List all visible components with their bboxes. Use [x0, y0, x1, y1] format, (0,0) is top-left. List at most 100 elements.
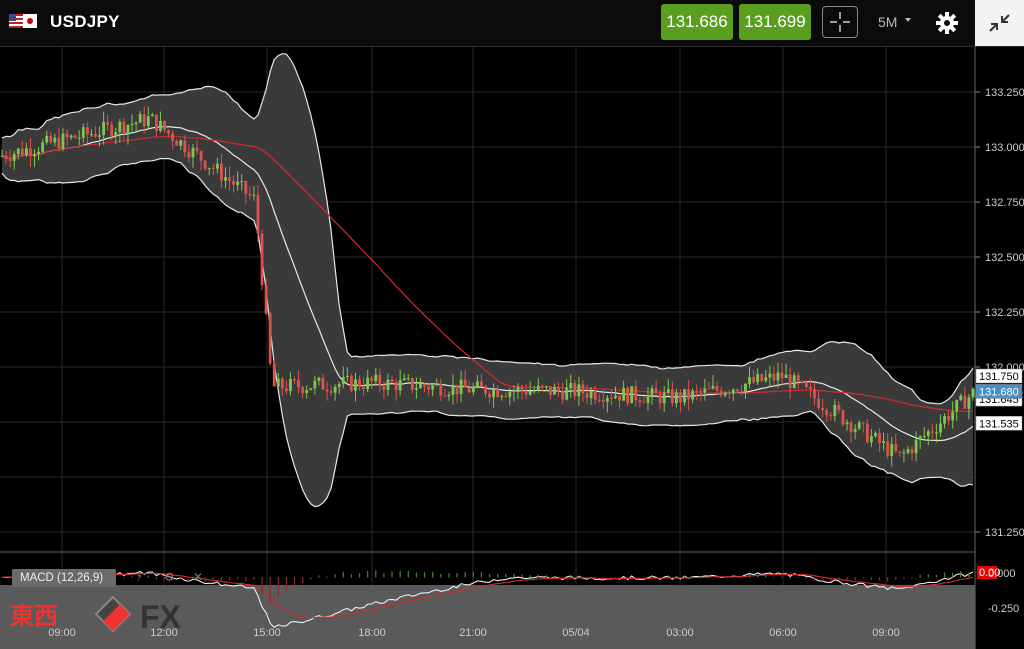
- macd-tick-label: -0.250: [988, 603, 1019, 615]
- buy-price-button[interactable]: 131.699: [739, 4, 811, 40]
- candle-body: [930, 431, 934, 433]
- candle-body: [792, 375, 796, 389]
- macd-bar: [261, 577, 263, 595]
- macd-bar: [692, 575, 694, 578]
- y-tick-label: 132.500: [985, 252, 1024, 264]
- interval-selector[interactable]: 5M: [878, 14, 897, 30]
- broker-watermark: 東西 FX: [10, 590, 210, 643]
- gear-icon[interactable]: ⚙: [164, 570, 175, 584]
- macd-bar: [862, 577, 864, 579]
- macd-bar: [180, 577, 182, 580]
- macd-bar: [740, 577, 743, 578]
- collapse-chart-button[interactable]: [975, 0, 1024, 46]
- candle-body: [16, 148, 20, 155]
- candle-body: [175, 140, 179, 146]
- macd-bar: [456, 573, 458, 578]
- candle-body: [398, 379, 402, 391]
- candle-body: [138, 114, 142, 123]
- candle-body: [370, 377, 374, 382]
- candle-body: [894, 444, 898, 452]
- macd-bar: [269, 577, 271, 603]
- candle-body: [857, 422, 861, 429]
- candle-body: [471, 386, 475, 393]
- candle-body: [25, 148, 28, 156]
- x-tick-label: 21:00: [459, 627, 487, 639]
- candle-body: [358, 379, 361, 388]
- candle-body: [695, 390, 699, 392]
- candle-body: [935, 432, 938, 434]
- candle-body: [939, 423, 942, 433]
- candle-body: [122, 121, 126, 134]
- macd-bar: [773, 576, 775, 578]
- macd-bar: [302, 577, 304, 584]
- candle-body: [106, 121, 110, 125]
- candle-body: [597, 399, 601, 401]
- macd-bar: [927, 574, 929, 578]
- candle-body: [512, 390, 516, 392]
- sell-price-button[interactable]: 131.686: [661, 4, 733, 40]
- candle-body: [394, 381, 398, 391]
- macd-bar: [935, 574, 938, 578]
- macd-bar: [293, 577, 296, 585]
- candle-body: [252, 194, 256, 196]
- candle-body: [947, 416, 950, 421]
- macd-bar: [237, 577, 239, 580]
- candle-body: [167, 129, 170, 134]
- candle-body: [419, 383, 422, 389]
- y-tick-label: 132.750: [985, 197, 1024, 209]
- macd-indicator-label[interactable]: MACD (12,26,9): [12, 569, 116, 587]
- macd-bar: [529, 575, 531, 578]
- candle-body: [415, 388, 418, 390]
- macd-bar: [919, 574, 921, 578]
- candle-body: [622, 387, 625, 401]
- candle-body: [943, 416, 946, 424]
- price-chart[interactable]: 133.250133.000132.750132.500132.250132.0…: [0, 46, 1024, 649]
- candle-body: [914, 439, 918, 454]
- candle-body: [926, 431, 930, 436]
- macd-bar: [765, 575, 767, 578]
- y-tick-label: 131.250: [985, 527, 1024, 539]
- candle-body: [585, 393, 589, 398]
- candle-body: [264, 285, 268, 314]
- macd-bar: [895, 577, 897, 580]
- candle-body: [203, 160, 207, 169]
- candle-body: [886, 441, 890, 456]
- macd-bar: [220, 577, 223, 582]
- candle-body: [740, 391, 743, 393]
- bollinger-lower-line: [1, 157, 974, 508]
- candle-body: [545, 386, 548, 388]
- macd-bar: [553, 575, 556, 578]
- settings-button[interactable]: [934, 10, 960, 36]
- candle-body: [638, 400, 642, 403]
- macd-bar: [586, 577, 588, 579]
- candle-body: [784, 374, 788, 379]
- candle-body: [57, 137, 61, 149]
- candle-body: [752, 377, 755, 383]
- candle-body: [276, 378, 280, 387]
- candle-body: [788, 374, 792, 389]
- macd-bar: [480, 572, 483, 578]
- candle-body: [699, 390, 703, 393]
- candle-body: [114, 132, 118, 137]
- price-tag-text: 131.535: [979, 418, 1019, 430]
- candle-body: [540, 385, 544, 387]
- candle-body: [272, 363, 276, 387]
- candle-body: [341, 377, 345, 385]
- candle-body: [853, 428, 857, 433]
- candle-body: [735, 389, 739, 392]
- candle-body: [73, 135, 77, 139]
- candle-body: [833, 405, 837, 416]
- macd-bar: [700, 576, 702, 578]
- candle-body: [898, 451, 902, 453]
- arrow-up-icon[interactable]: ↑: [136, 570, 142, 584]
- candle-body: [882, 441, 885, 443]
- candle-body: [963, 395, 967, 409]
- candle-body: [662, 392, 666, 404]
- candle-body: [536, 385, 540, 391]
- macd-bar: [748, 574, 751, 578]
- close-icon[interactable]: ✕: [193, 570, 203, 584]
- candle-body: [61, 133, 65, 149]
- crosshair-button[interactable]: [822, 6, 858, 38]
- symbol-title[interactable]: USDJPY: [50, 12, 120, 32]
- macd-bar: [651, 575, 653, 578]
